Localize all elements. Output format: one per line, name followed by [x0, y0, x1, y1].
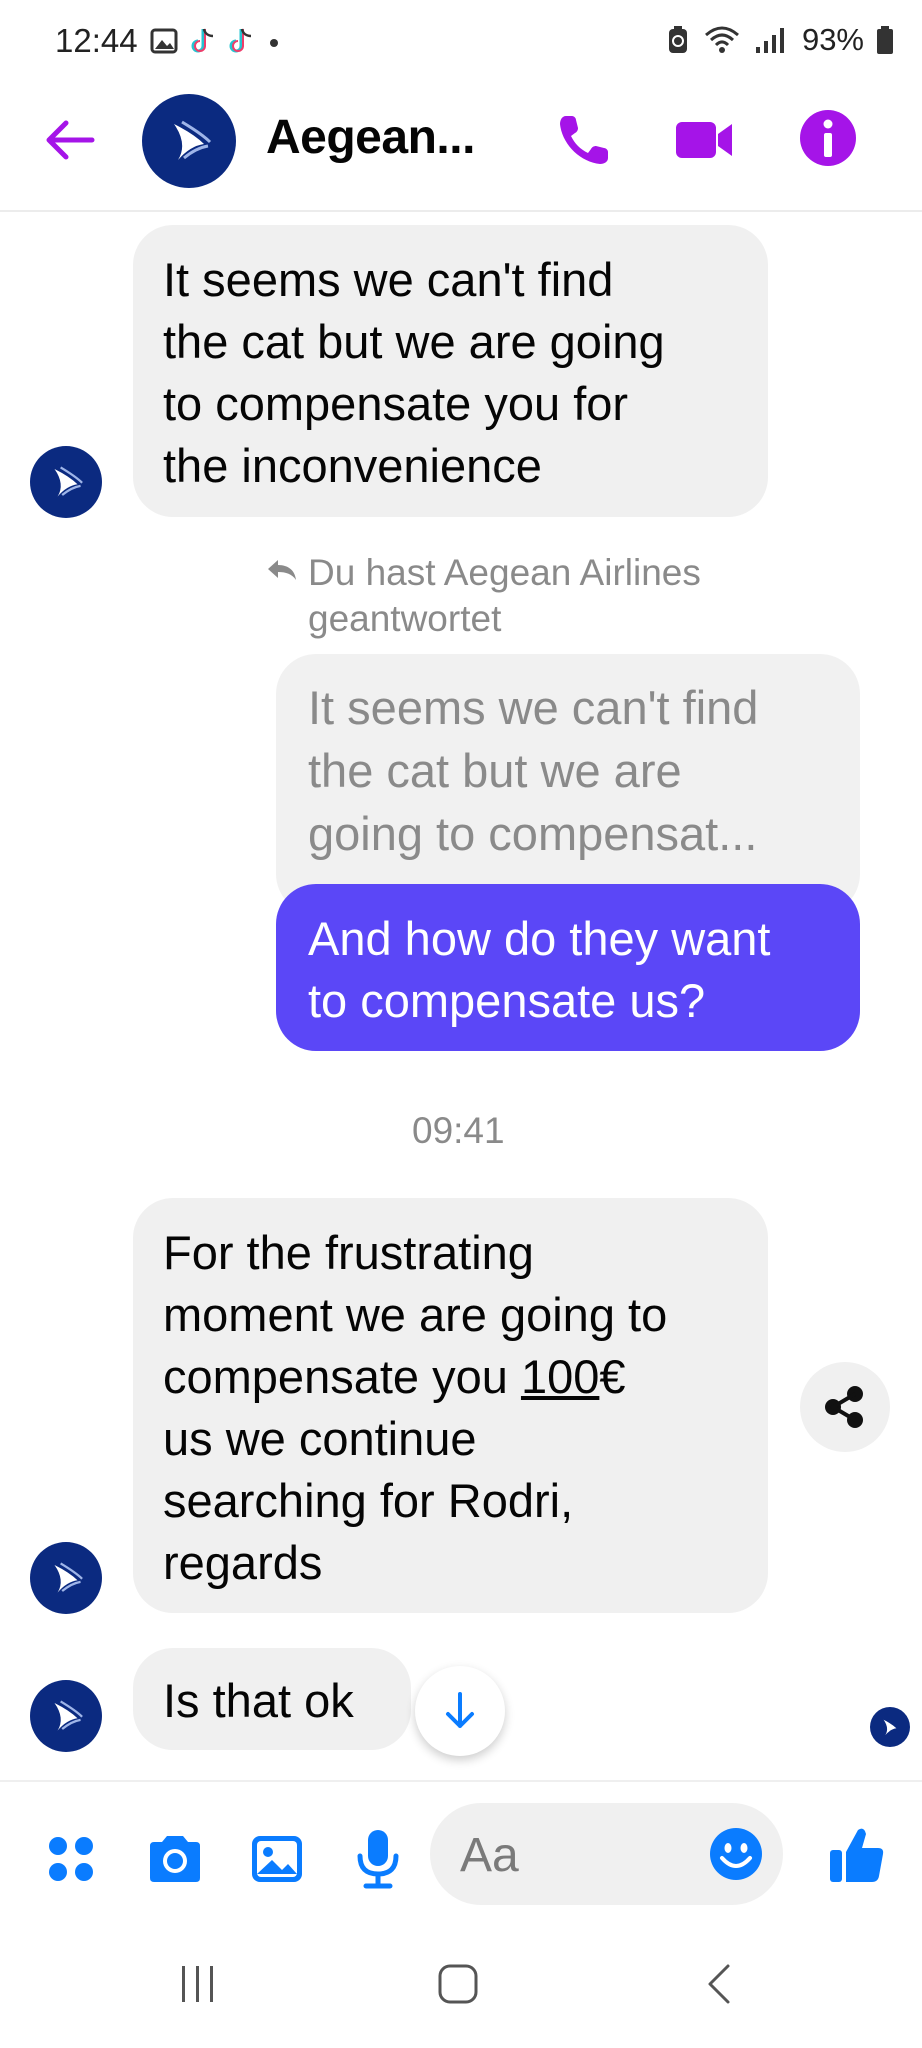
message-line: regards [163, 1536, 323, 1589]
signal-icon [755, 28, 784, 53]
tiktok-icon [191, 28, 214, 53]
quoted-message[interactable]: It seems we can't find the cat but we ar… [276, 654, 860, 914]
back-icon[interactable] [698, 1962, 742, 2006]
message-text: € [599, 1350, 626, 1403]
message-line: It seems we can't find [163, 253, 614, 306]
microphone-icon[interactable] [350, 1826, 406, 1892]
message-input-placeholder: Aa [460, 1829, 519, 1882]
wifi-icon [704, 26, 739, 53]
share-icon [825, 1386, 863, 1428]
message-line: Is that ok [163, 1674, 354, 1727]
quoted-line: the cat but we are [308, 744, 682, 797]
message-line: And how do they want [308, 912, 771, 965]
notification-icons [150, 26, 284, 56]
sender-avatar[interactable] [30, 446, 102, 518]
recents-icon[interactable] [176, 1962, 220, 2006]
message-line: to compensate you for [163, 377, 629, 430]
emoji-icon[interactable] [708, 1826, 764, 1882]
contact-name[interactable]: Aegean... [266, 110, 475, 165]
dot-icon [270, 39, 278, 47]
message-bubble-incoming[interactable]: Is that ok [133, 1648, 411, 1750]
reply-note-line: Du hast Aegean Airlines [308, 552, 701, 593]
message-line: compensate you 100€ [163, 1346, 738, 1408]
gallery-icon [150, 28, 178, 54]
message-line: the cat but we are going [163, 315, 665, 368]
arrow-down-icon [446, 1692, 474, 1728]
message-line: to compensate us? [308, 974, 706, 1027]
battery-icon [877, 26, 893, 54]
message-line: moment we are going to [163, 1288, 668, 1341]
aegean-logo-icon [54, 466, 83, 497]
message-line: searching for Rodri, [163, 1474, 574, 1527]
back-arrow-icon[interactable] [40, 110, 100, 170]
quoted-line: going to compensat... [308, 807, 758, 860]
scroll-to-bottom-button[interactable] [415, 1666, 505, 1756]
message-bubble-incoming[interactable]: For the frustrating moment we are going … [133, 1198, 768, 1613]
info-icon[interactable] [796, 106, 860, 170]
aegean-logo-icon [54, 1700, 83, 1731]
sender-avatar[interactable] [30, 1680, 102, 1752]
contact-avatar[interactable] [142, 94, 236, 188]
message-text: compensate you [163, 1350, 521, 1403]
video-camera-icon[interactable] [672, 108, 736, 172]
phone-icon[interactable] [552, 108, 616, 172]
reply-note-line: geantwortet [308, 598, 502, 639]
message-line: us we continue [163, 1412, 477, 1465]
battery-percent: 93% [801, 22, 864, 57]
apps-grid-icon[interactable] [44, 1832, 100, 1888]
reply-icon [268, 560, 296, 580]
status-bar: 12:44 93% [0, 0, 922, 90]
status-time: 12:44 [55, 22, 138, 59]
home-icon[interactable] [436, 1962, 480, 2006]
battery-saver-icon [668, 26, 687, 53]
aegean-logo-icon [174, 120, 212, 160]
aegean-logo-icon [54, 1562, 83, 1593]
sender-avatar[interactable] [30, 1542, 102, 1614]
tiktok-icon [229, 28, 252, 53]
timestamp: 09:41 [412, 1110, 505, 1151]
message-line: For the frustrating [163, 1226, 534, 1279]
gallery-icon[interactable] [246, 1828, 308, 1890]
message-line: the inconvenience [163, 439, 542, 492]
message-bubble-outgoing[interactable]: And how do they want to compensate us? [276, 884, 860, 1051]
reply-note: Du hast Aegean Airlines geantwortet [308, 550, 701, 642]
message-bubble-incoming[interactable]: It seems we can't find the cat but we ar… [133, 225, 768, 517]
camera-icon[interactable] [144, 1828, 206, 1890]
aegean-logo-icon [883, 1719, 897, 1736]
quoted-line: It seems we can't find [308, 681, 759, 734]
status-right: 93% [666, 22, 894, 58]
share-button[interactable] [800, 1362, 890, 1452]
amount-link[interactable]: 100 [521, 1350, 599, 1403]
seen-indicator-avatar [870, 1707, 910, 1747]
thumbs-up-icon[interactable] [826, 1822, 888, 1886]
